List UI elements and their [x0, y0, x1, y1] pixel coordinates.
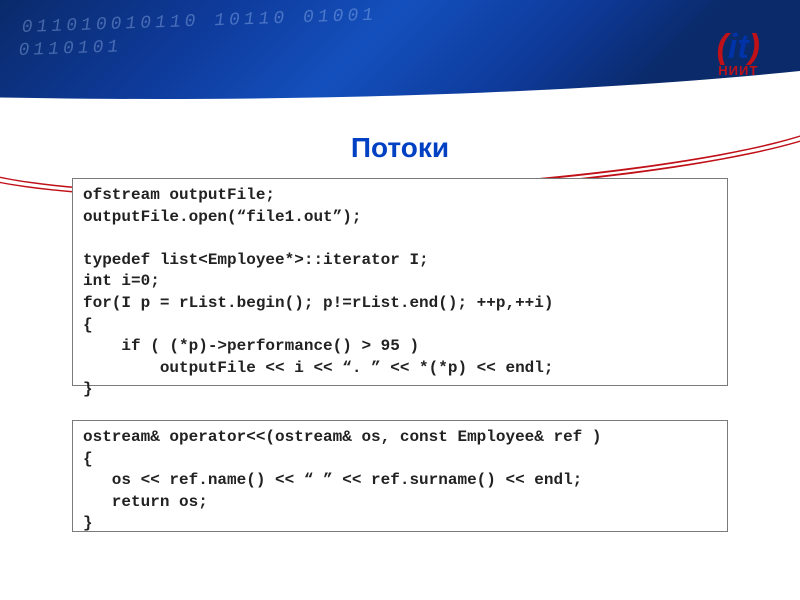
page-title: Потоки [0, 132, 800, 164]
logo-paren-open: ( [717, 28, 728, 66]
logo: (it) НИИТ [717, 28, 760, 78]
logo-text: it [728, 28, 749, 66]
code-block-main: ofstream outputFile; outputFile.open(“fi… [72, 178, 728, 386]
logo-paren-close: ) [749, 28, 760, 66]
logo-mark: (it) [717, 28, 760, 67]
code-block-operator: ostream& operator<<(ostream& os, const E… [72, 420, 728, 532]
slide-header [0, 0, 800, 110]
